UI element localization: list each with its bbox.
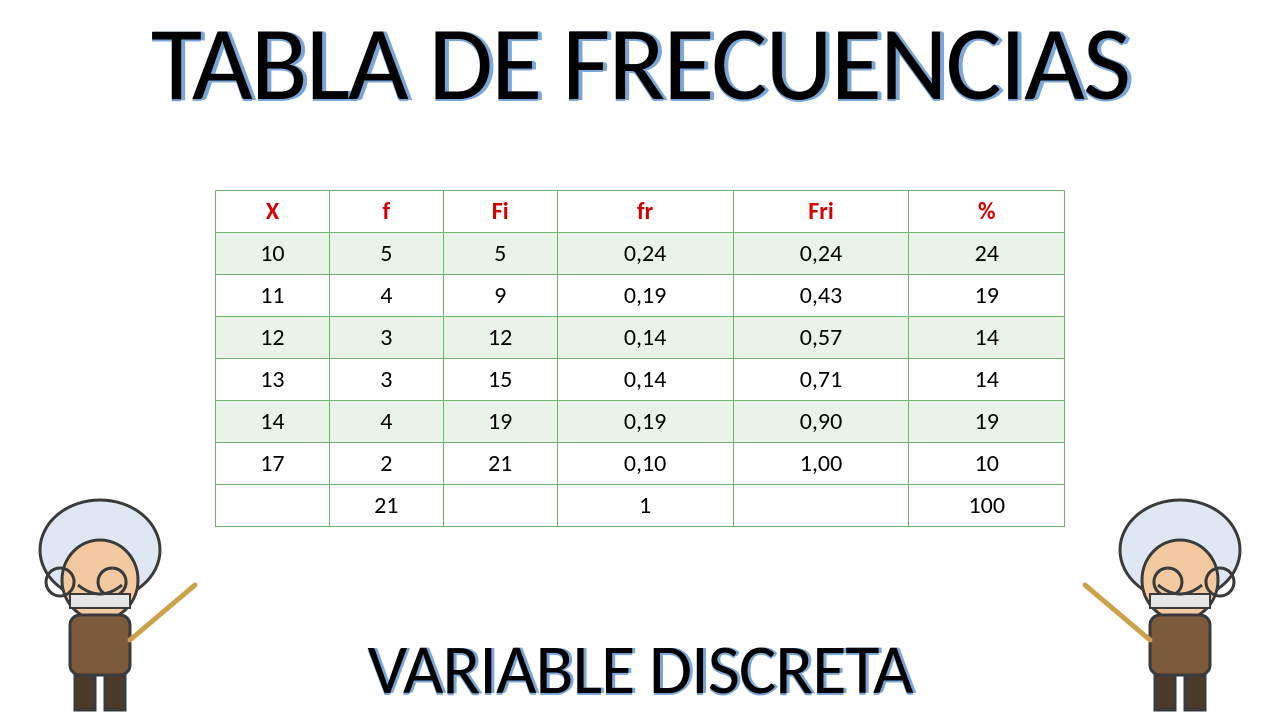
cell-fr: 0,14 (557, 359, 733, 401)
cell-x: 14 (216, 401, 330, 443)
cell-pct: 19 (909, 275, 1065, 317)
cell-fr: 0,19 (557, 401, 733, 443)
professor-icon (0, 490, 200, 720)
cell-x: 11 (216, 275, 330, 317)
table-header-row: X f Fi fr Fri % (216, 191, 1065, 233)
total-f: 21 (329, 485, 443, 527)
total-fi (443, 485, 557, 527)
cell-fi: 12 (443, 317, 557, 359)
cell-f: 4 (329, 401, 443, 443)
total-x (216, 485, 330, 527)
cell-pct: 14 (909, 359, 1065, 401)
cell-x: 13 (216, 359, 330, 401)
cell-pct: 10 (909, 443, 1065, 485)
cell-fr: 0,19 (557, 275, 733, 317)
table-row: 133150,140,7114 (216, 359, 1065, 401)
cell-fr: 0,14 (557, 317, 733, 359)
frequency-table-container: X f Fi fr Fri % 10550,240,242411490,190,… (215, 190, 1065, 527)
col-f: f (329, 191, 443, 233)
cell-f: 5 (329, 233, 443, 275)
cell-pct: 14 (909, 317, 1065, 359)
cell-x: 10 (216, 233, 330, 275)
cell-fr: 0,24 (557, 233, 733, 275)
cell-fi: 15 (443, 359, 557, 401)
col-fi: Fi (443, 191, 557, 233)
cell-pct: 19 (909, 401, 1065, 443)
total-pct: 100 (909, 485, 1065, 527)
cell-fi: 5 (443, 233, 557, 275)
cell-f: 4 (329, 275, 443, 317)
col-pct: % (909, 191, 1065, 233)
cell-f: 3 (329, 359, 443, 401)
table-totals-row: 21 1 100 (216, 485, 1065, 527)
table-row: 172210,101,0010 (216, 443, 1065, 485)
cell-f: 3 (329, 317, 443, 359)
cell-fri: 1,00 (733, 443, 909, 485)
table-row: 11490,190,4319 (216, 275, 1065, 317)
table-row: 10550,240,2424 (216, 233, 1065, 275)
cell-fi: 19 (443, 401, 557, 443)
cell-fi: 21 (443, 443, 557, 485)
table-row: 144190,190,9019 (216, 401, 1065, 443)
cell-fri: 0,71 (733, 359, 909, 401)
cell-x: 17 (216, 443, 330, 485)
cell-fri: 0,24 (733, 233, 909, 275)
page-title: TABLA DE FRECUENCIAS (0, 0, 1280, 128)
cell-fi: 9 (443, 275, 557, 317)
cell-f: 2 (329, 443, 443, 485)
col-x: X (216, 191, 330, 233)
total-fri (733, 485, 909, 527)
cell-fr: 0,10 (557, 443, 733, 485)
cell-x: 12 (216, 317, 330, 359)
total-fr: 1 (557, 485, 733, 527)
table-row: 123120,140,5714 (216, 317, 1065, 359)
col-fr: fr (557, 191, 733, 233)
cell-fri: 0,90 (733, 401, 909, 443)
cell-fri: 0,43 (733, 275, 909, 317)
cell-fri: 0,57 (733, 317, 909, 359)
frequency-table: X f Fi fr Fri % 10550,240,242411490,190,… (215, 190, 1065, 527)
cell-pct: 24 (909, 233, 1065, 275)
col-fri: Fri (733, 191, 909, 233)
professor-icon (1080, 490, 1280, 720)
